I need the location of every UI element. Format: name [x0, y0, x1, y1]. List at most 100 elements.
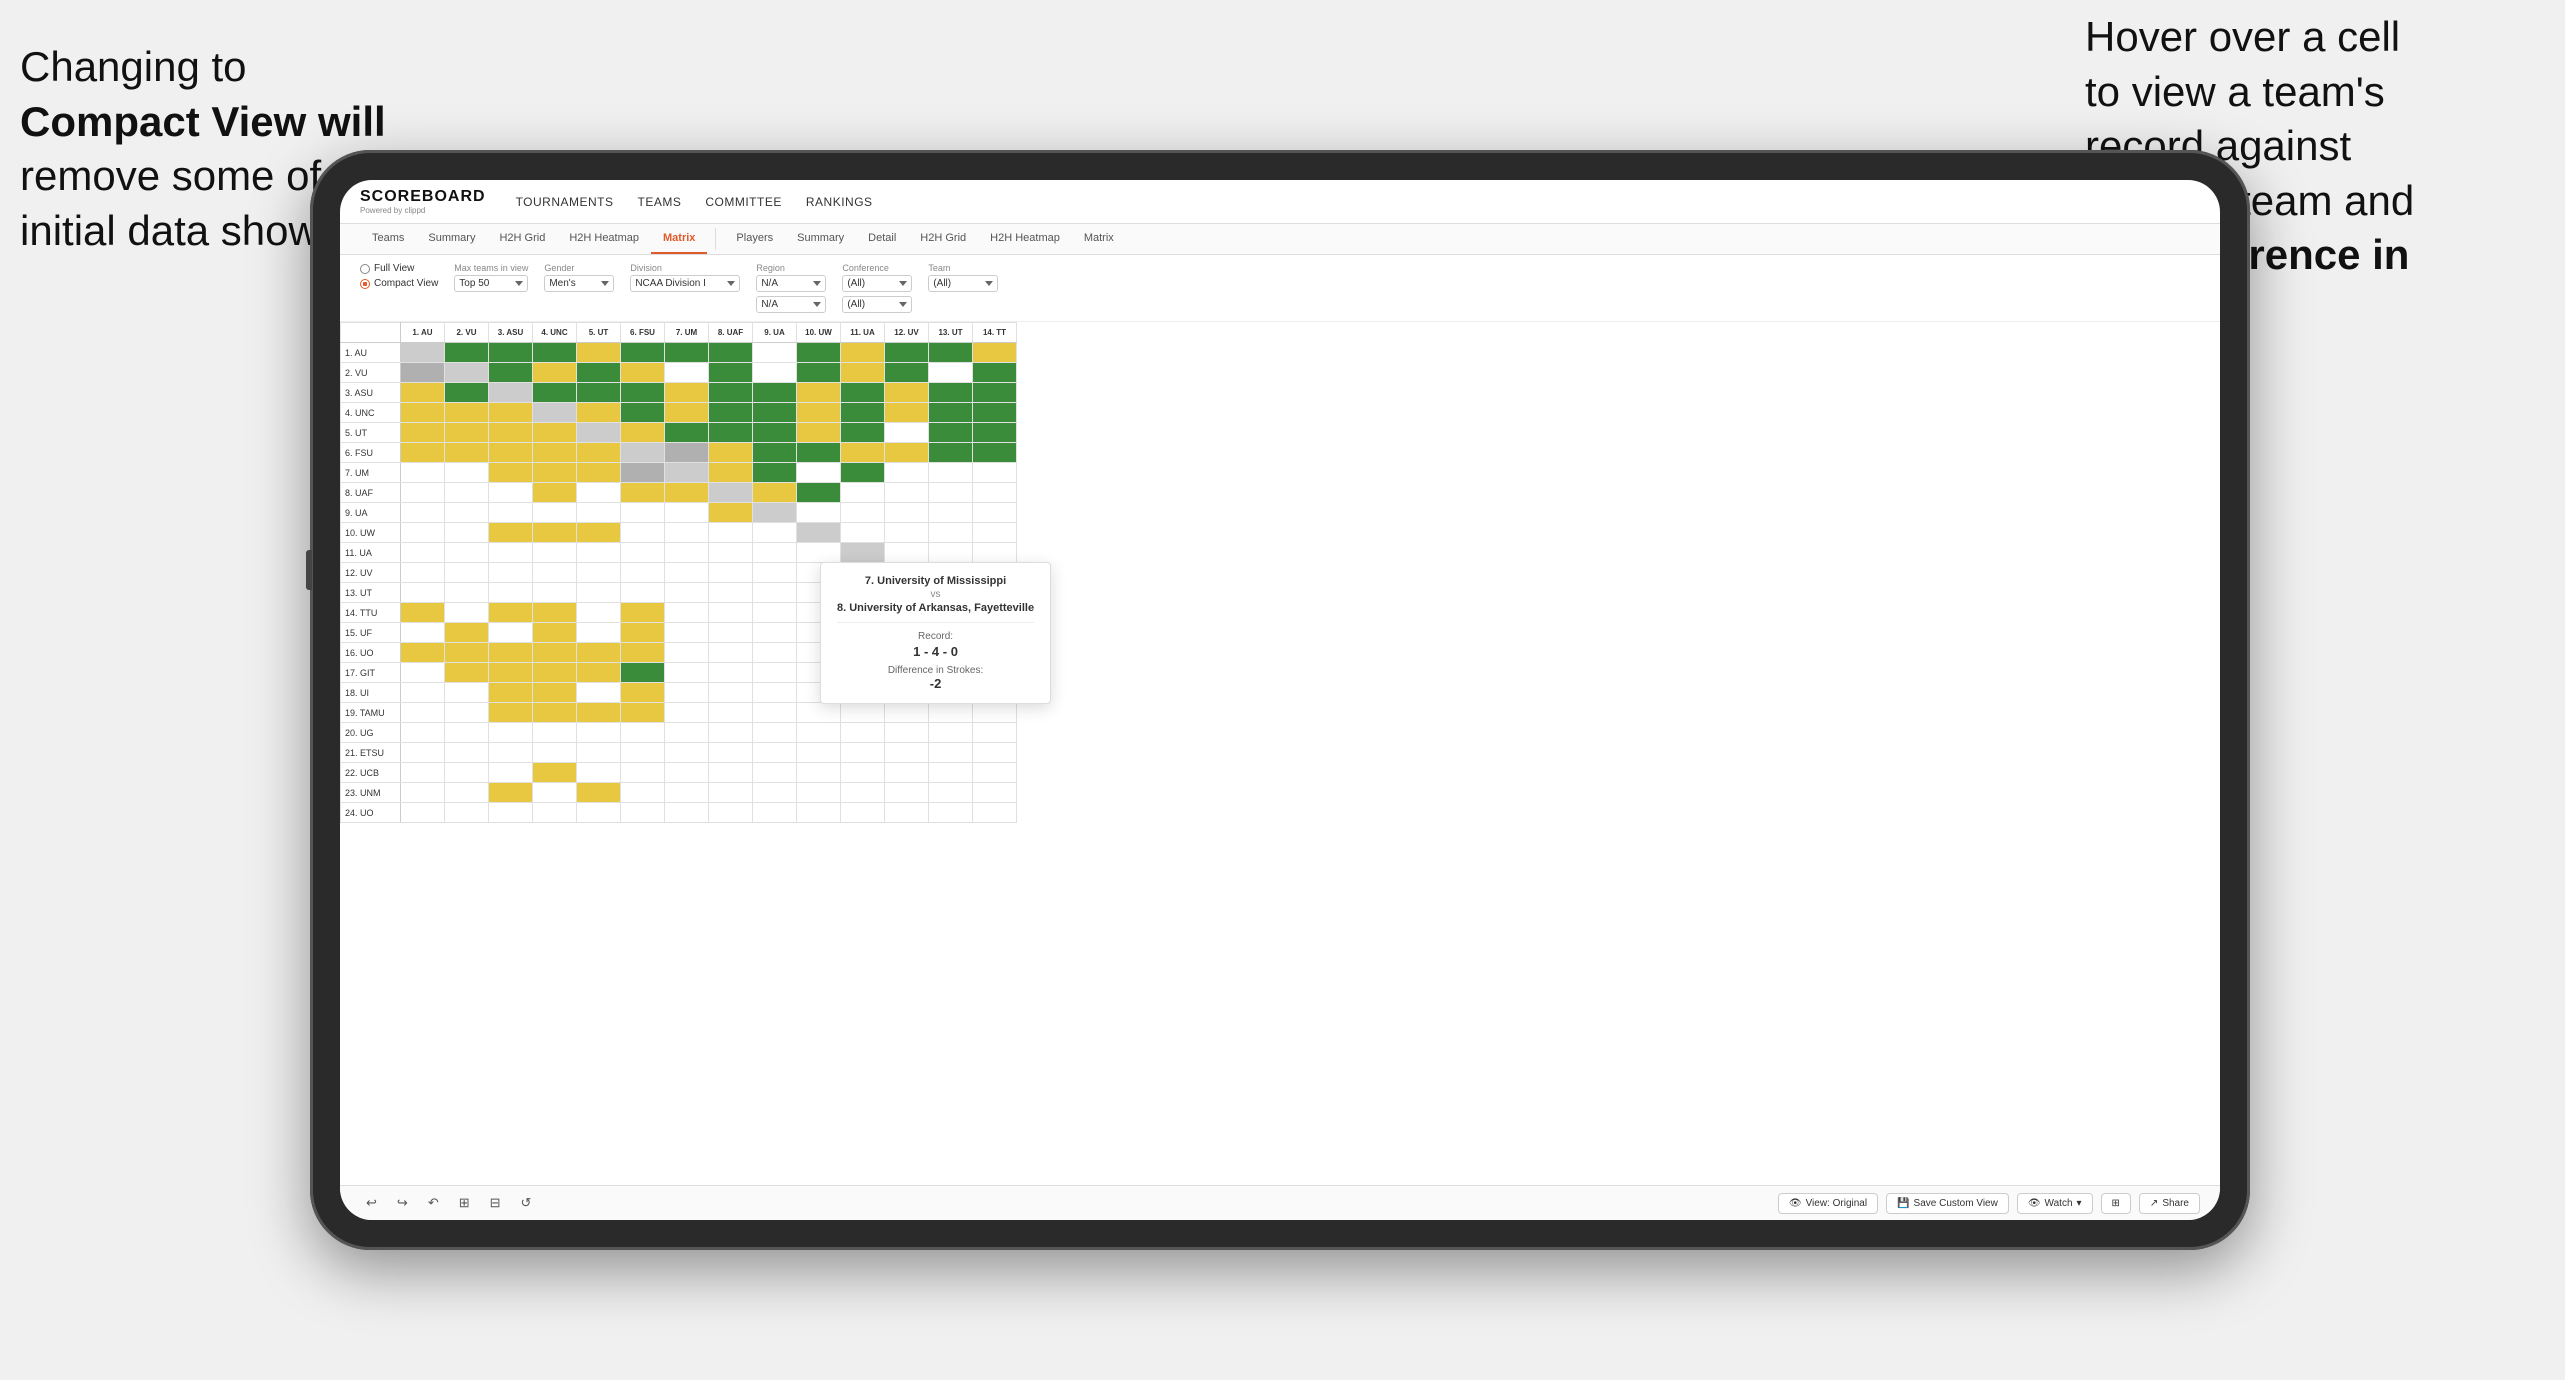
matrix-cell[interactable]	[753, 503, 797, 523]
matrix-cell[interactable]	[577, 663, 621, 683]
matrix-cell[interactable]	[621, 683, 665, 703]
matrix-cell[interactable]	[929, 503, 973, 523]
matrix-cell[interactable]	[489, 623, 533, 643]
matrix-cell[interactable]	[401, 703, 445, 723]
matrix-cell[interactable]	[577, 443, 621, 463]
matrix-cell[interactable]	[401, 583, 445, 603]
matrix-cell[interactable]	[841, 723, 885, 743]
gender-select[interactable]: Men's	[544, 275, 614, 292]
matrix-cell[interactable]	[577, 423, 621, 443]
matrix-cell[interactable]	[841, 743, 885, 763]
matrix-cell[interactable]	[665, 603, 709, 623]
matrix-cell[interactable]	[929, 803, 973, 823]
matrix-cell[interactable]	[445, 383, 489, 403]
matrix-cell[interactable]	[621, 783, 665, 803]
matrix-cell[interactable]	[753, 523, 797, 543]
matrix-cell[interactable]	[973, 543, 1017, 563]
matrix-cell[interactable]	[577, 603, 621, 623]
matrix-cell[interactable]	[533, 603, 577, 623]
sub-tab-matrix2[interactable]: Matrix	[1072, 224, 1126, 254]
sub-tab-h2h-grid1[interactable]: H2H Grid	[487, 224, 557, 254]
matrix-cell[interactable]	[489, 583, 533, 603]
matrix-cell[interactable]	[621, 343, 665, 363]
grid-view-btn[interactable]: ⊞	[2101, 1193, 2131, 1214]
matrix-cell[interactable]	[709, 703, 753, 723]
matrix-cell[interactable]	[797, 743, 841, 763]
matrix-cell[interactable]	[621, 543, 665, 563]
matrix-cell[interactable]	[621, 763, 665, 783]
matrix-cell[interactable]	[929, 783, 973, 803]
matrix-cell[interactable]	[841, 403, 885, 423]
matrix-cell[interactable]	[401, 803, 445, 823]
nav-teams[interactable]: TEAMS	[638, 195, 682, 209]
matrix-cell[interactable]	[621, 463, 665, 483]
matrix-cell[interactable]	[709, 583, 753, 603]
matrix-cell[interactable]	[665, 723, 709, 743]
matrix-cell[interactable]	[973, 403, 1017, 423]
matrix-cell[interactable]	[797, 443, 841, 463]
matrix-cell[interactable]	[401, 563, 445, 583]
matrix-cell[interactable]	[401, 783, 445, 803]
matrix-cell[interactable]	[401, 363, 445, 383]
matrix-cell[interactable]	[665, 403, 709, 423]
compact-view-radio[interactable]: Compact View	[360, 278, 438, 289]
matrix-cell[interactable]	[533, 523, 577, 543]
matrix-cell[interactable]	[445, 583, 489, 603]
matrix-cell[interactable]	[709, 503, 753, 523]
matrix-cell[interactable]	[797, 783, 841, 803]
sub-tab-summary1[interactable]: Summary	[416, 224, 487, 254]
matrix-cell[interactable]	[621, 443, 665, 463]
matrix-cell[interactable]	[841, 423, 885, 443]
matrix-cell[interactable]	[401, 723, 445, 743]
matrix-cell[interactable]	[621, 483, 665, 503]
matrix-cell[interactable]	[753, 803, 797, 823]
matrix-cell[interactable]	[489, 723, 533, 743]
matrix-cell[interactable]	[401, 343, 445, 363]
matrix-cell[interactable]	[709, 783, 753, 803]
matrix-cell[interactable]	[577, 783, 621, 803]
redo-btn[interactable]: ↪	[391, 1192, 414, 1214]
matrix-cell[interactable]	[445, 683, 489, 703]
matrix-cell[interactable]	[665, 423, 709, 443]
matrix-cell[interactable]	[621, 563, 665, 583]
matrix-cell[interactable]	[841, 503, 885, 523]
matrix-cell[interactable]	[973, 363, 1017, 383]
matrix-cell[interactable]	[929, 383, 973, 403]
matrix-cell[interactable]	[445, 703, 489, 723]
matrix-cell[interactable]	[621, 383, 665, 403]
matrix-cell[interactable]	[841, 783, 885, 803]
matrix-cell[interactable]	[445, 783, 489, 803]
matrix-cell[interactable]	[533, 643, 577, 663]
matrix-cell[interactable]	[665, 443, 709, 463]
matrix-cell[interactable]	[665, 503, 709, 523]
matrix-cell[interactable]	[445, 423, 489, 443]
matrix-cell[interactable]	[577, 503, 621, 523]
matrix-cell[interactable]	[753, 363, 797, 383]
undo-btn[interactable]: ↩	[360, 1192, 383, 1214]
matrix-cell[interactable]	[621, 803, 665, 823]
matrix-cell[interactable]	[533, 423, 577, 443]
matrix-cell[interactable]	[797, 723, 841, 743]
matrix-cell[interactable]	[401, 623, 445, 643]
matrix-cell[interactable]	[753, 583, 797, 603]
matrix-cell[interactable]	[621, 503, 665, 523]
sub-tab-detail[interactable]: Detail	[856, 224, 908, 254]
matrix-cell[interactable]	[489, 803, 533, 823]
matrix-cell[interactable]	[973, 343, 1017, 363]
matrix-cell[interactable]	[533, 583, 577, 603]
matrix-cell[interactable]	[489, 343, 533, 363]
save-custom-view-btn[interactable]: 💾 Save Custom View	[1886, 1193, 2009, 1214]
matrix-cell[interactable]	[665, 483, 709, 503]
matrix-cell[interactable]	[841, 483, 885, 503]
matrix-cell[interactable]	[753, 763, 797, 783]
matrix-cell[interactable]	[885, 483, 929, 503]
matrix-cell[interactable]	[841, 543, 885, 563]
matrix-cell[interactable]	[709, 403, 753, 423]
matrix-cell[interactable]	[885, 763, 929, 783]
matrix-cell[interactable]	[489, 383, 533, 403]
matrix-cell[interactable]	[709, 443, 753, 463]
matrix-cell[interactable]	[841, 523, 885, 543]
matrix-cell[interactable]	[929, 703, 973, 723]
matrix-cell[interactable]	[929, 743, 973, 763]
matrix-cell[interactable]	[841, 363, 885, 383]
